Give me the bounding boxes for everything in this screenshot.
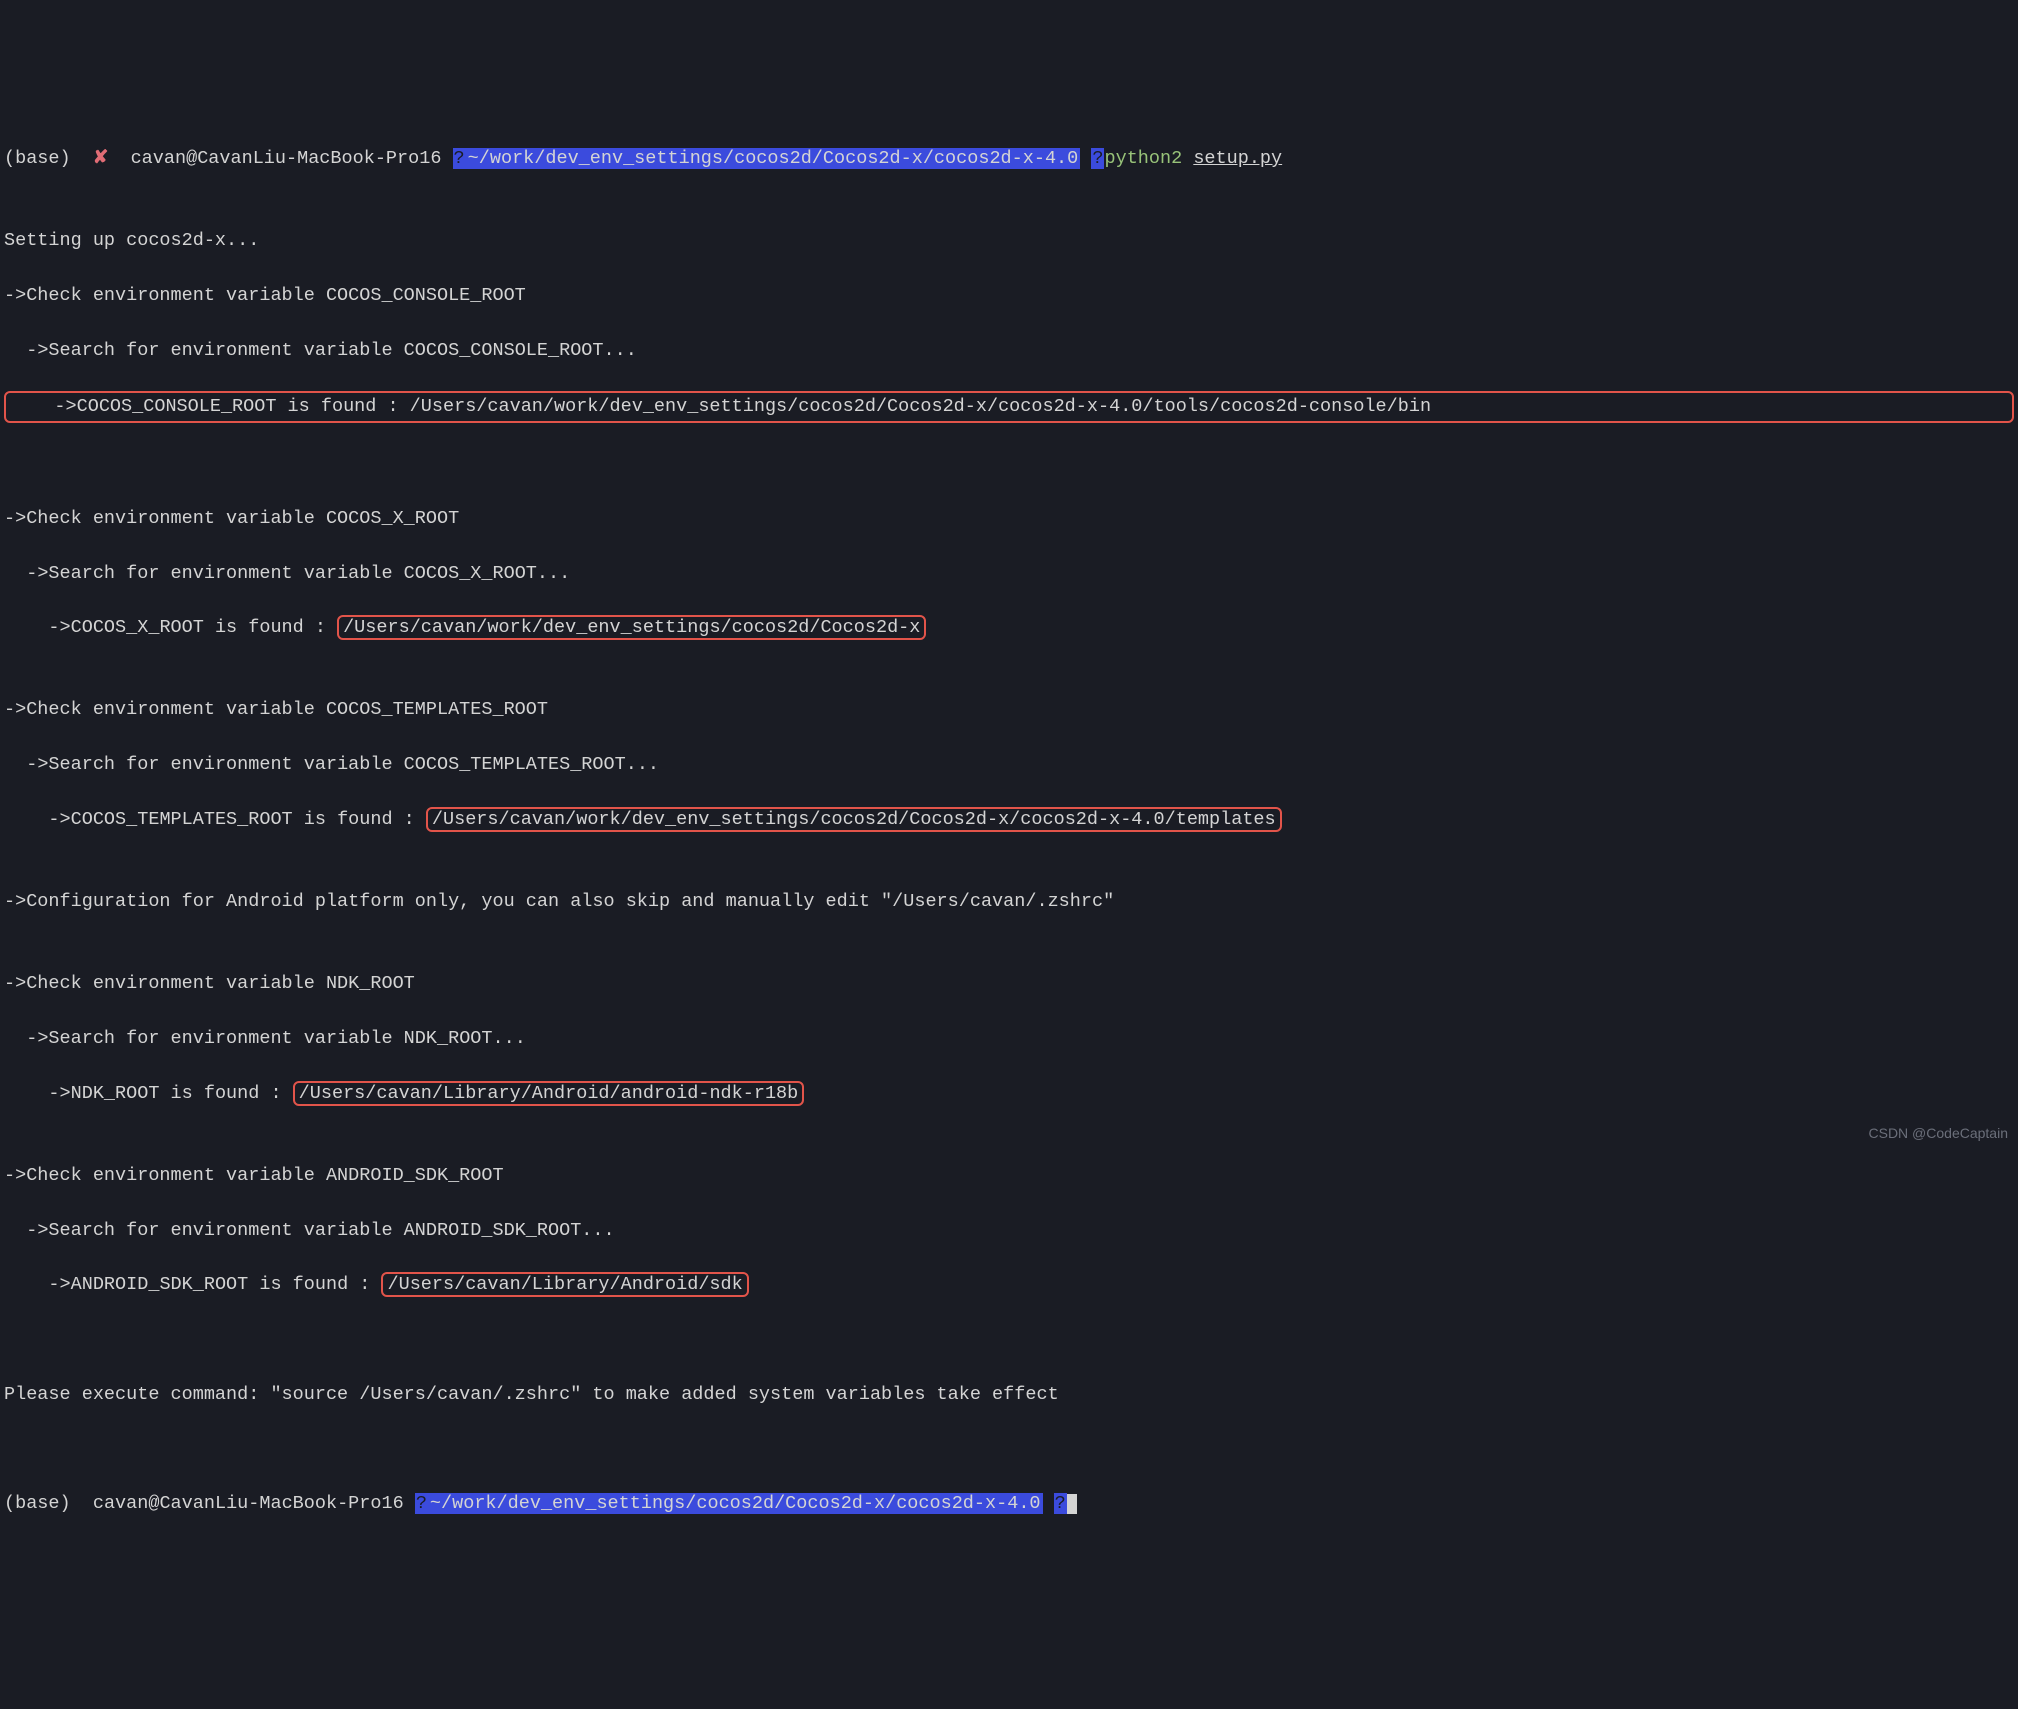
output-line: ->Search for environment variable ANDROI…	[4, 1217, 2014, 1244]
highlight-box: /Users/cavan/Library/Android/sdk	[381, 1272, 748, 1297]
output-text: ->COCOS_TEMPLATES_ROOT is found :	[4, 809, 426, 830]
output-line: ->Search for environment variable COCOS_…	[4, 751, 2014, 778]
highlight-box: /Users/cavan/work/dev_env_settings/cocos…	[337, 615, 926, 640]
cursor-icon	[1067, 1494, 1077, 1514]
glyph-icon: ?	[1091, 148, 1104, 169]
output-text: ->ANDROID_SDK_ROOT is found :	[4, 1274, 381, 1295]
prompt-cwd: ~/work/dev_env_settings/cocos2d/Cocos2d-…	[428, 1493, 1043, 1514]
output-text: ->COCOS_X_ROOT is found :	[4, 617, 337, 638]
command-arg: setup.py	[1193, 148, 1282, 169]
output-line: ->Search for environment variable COCOS_…	[4, 560, 2014, 587]
highlight-box: /Users/cavan/work/dev_env_settings/cocos…	[426, 807, 1282, 832]
output-line: ->NDK_ROOT is found : /Users/cavan/Libra…	[4, 1080, 2014, 1107]
output-line: ->Search for environment variable COCOS_…	[4, 337, 2014, 364]
output-line: ->Check environment variable COCOS_TEMPL…	[4, 696, 2014, 723]
highlight-box: /Users/cavan/Library/Android/android-ndk…	[293, 1081, 805, 1106]
output-line: ->COCOS_TEMPLATES_ROOT is found : /Users…	[4, 806, 2014, 833]
output-line: ->ANDROID_SDK_ROOT is found : /Users/cav…	[4, 1271, 2014, 1298]
output-line: ->Check environment variable ANDROID_SDK…	[4, 1162, 2014, 1189]
prompt-base: (base)	[4, 1493, 71, 1514]
prompt-line-2[interactable]: (base) cavan@CavanLiu-MacBook-Pro16 ?~/w…	[4, 1490, 2014, 1517]
prompt-cwd: ~/work/dev_env_settings/cocos2d/Cocos2d-…	[466, 148, 1081, 169]
watermark-text: CSDN @CodeCaptain	[1869, 1123, 2009, 1144]
highlight-box: ->COCOS_CONSOLE_ROOT is found : /Users/c…	[4, 391, 2014, 422]
command-interpreter: python2	[1104, 148, 1182, 169]
glyph-icon: ?	[453, 148, 466, 169]
output-line: ->Check environment variable COCOS_CONSO…	[4, 282, 2014, 309]
prompt-base: (base)	[4, 148, 71, 169]
output-line: ->COCOS_CONSOLE_ROOT is found : /Users/c…	[4, 391, 2014, 422]
prompt-line-1: (base) ✘ cavan@CavanLiu-MacBook-Pro16 ?~…	[4, 145, 2014, 172]
output-line: ->Check environment variable NDK_ROOT	[4, 970, 2014, 997]
prompt-user-host: cavan@CavanLiu-MacBook-Pro16	[93, 1493, 404, 1514]
output-line: ->Check environment variable COCOS_X_ROO…	[4, 505, 2014, 532]
output-line: ->Configuration for Android platform onl…	[4, 888, 2014, 915]
status-x-icon: ✘	[93, 148, 109, 169]
output-text: ->NDK_ROOT is found :	[4, 1083, 293, 1104]
output-line: Please execute command: "source /Users/c…	[4, 1381, 2014, 1408]
output-line: ->COCOS_X_ROOT is found : /Users/cavan/w…	[4, 614, 2014, 641]
output-line: ->Search for environment variable NDK_RO…	[4, 1025, 2014, 1052]
glyph-icon: ?	[415, 1493, 428, 1514]
glyph-icon: ?	[1054, 1493, 1067, 1514]
output-line: Setting up cocos2d-x...	[4, 227, 2014, 254]
prompt-user-host: cavan@CavanLiu-MacBook-Pro16	[131, 148, 442, 169]
